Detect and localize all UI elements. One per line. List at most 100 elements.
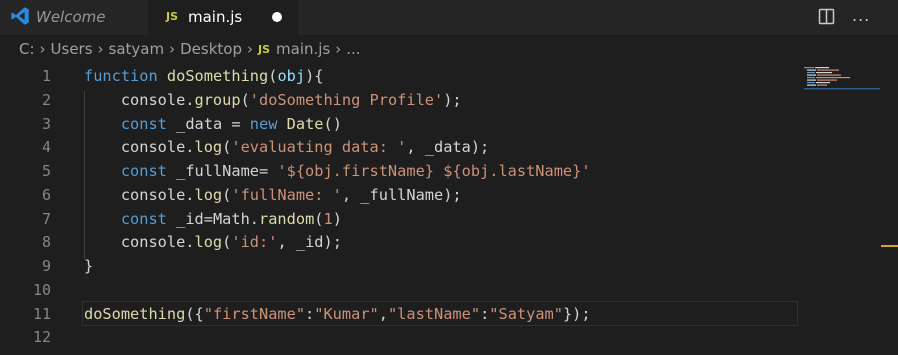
code-token: const	[120, 209, 167, 228]
js-file-icon: JS	[166, 10, 179, 23]
code-token: , _id);	[277, 233, 342, 252]
code-token: (	[222, 138, 232, 157]
breadcrumb-item-drive[interactable]: C:	[19, 40, 35, 58]
code-line[interactable]: 6 console.log('fullName: ', _fullName);	[0, 183, 898, 207]
code-token: log	[194, 138, 223, 157]
code-token: const	[120, 114, 167, 133]
code-line[interactable]: 9}	[0, 254, 898, 278]
code-token: });	[562, 304, 591, 323]
code-token: function	[84, 67, 158, 85]
code-token: _id=Math.	[166, 209, 260, 228]
code-token: "lastName"	[387, 304, 481, 323]
code-token: console.	[84, 185, 195, 204]
tab-welcome[interactable]: Welcome	[36, 0, 106, 35]
breadcrumb-item-users[interactable]: Users	[51, 40, 93, 58]
code-token: log	[194, 185, 223, 204]
minimap[interactable]	[804, 66, 884, 90]
code-token: console.	[84, 138, 195, 157]
code-line[interactable]: 12	[0, 325, 898, 349]
code-line[interactable]: 7 const _id=Math.random(1)	[0, 207, 898, 231]
line-number: 12	[32, 328, 51, 347]
code-token: obj	[277, 67, 306, 85]
code-line[interactable]: 1 function doSomething(obj){	[0, 64, 898, 88]
code-text: console.log('evaluating data: ', _data);	[84, 135, 489, 159]
line-number: 10	[32, 280, 51, 299]
line-number: 3	[41, 114, 51, 133]
line-number: 1	[41, 67, 51, 85]
code-token: (	[240, 90, 250, 109]
breadcrumb-item-desktop[interactable]: Desktop	[180, 40, 242, 58]
chevron-right-icon: ›	[335, 40, 342, 58]
line-number: 5	[41, 162, 51, 180]
chevron-right-icon: ›	[169, 40, 176, 58]
code-token: new	[249, 114, 278, 133]
code-text: function doSomething(obj){	[84, 64, 324, 88]
code-token: 'fullName: '	[231, 185, 342, 204]
code-token: doSomething	[166, 67, 269, 85]
breadcrumb: C: › Users › satyam › Desktop › JS main.js ›...	[0, 35, 898, 64]
code-line[interactable]: 3 const _data = new Date()	[0, 112, 898, 136]
code-token: :	[305, 304, 315, 323]
code-token: 'id:'	[231, 233, 278, 252]
code-token: ({	[185, 304, 204, 323]
breadcrumb-item-symbols[interactable]: ...	[346, 40, 360, 58]
code-token: "Kumar"	[314, 304, 379, 323]
code-line[interactable]: 8 console.log('id:', _id);	[0, 230, 898, 254]
line-number: 4	[41, 138, 51, 157]
breadcrumb-item-file[interactable]: main.js	[276, 40, 330, 58]
code-text: const _fullName= '${obj.firstName} ${obj…	[84, 159, 591, 183]
line-number: 8	[41, 233, 51, 252]
unsaved-dot-icon[interactable]	[272, 12, 282, 22]
code-token: , _fullName);	[341, 185, 462, 204]
code-token: );	[443, 90, 462, 109]
tab-label: main.js	[188, 8, 243, 26]
tab-main-js[interactable]: JS main.js	[148, 0, 298, 36]
code-token: 1	[323, 209, 333, 228]
code-token: (	[314, 209, 324, 228]
line-number: 7	[41, 209, 51, 228]
code-line[interactable]: 2 console.group('doSomething Profile');	[0, 88, 898, 112]
breadcrumb-item-satyam[interactable]: satyam	[109, 40, 165, 58]
scrollbar-marker[interactable]	[881, 245, 898, 247]
code-token: "Satyam"	[489, 304, 563, 323]
code-text: console.log('fullName: ', _fullName);	[84, 183, 462, 207]
code-text: const _data = new Date()	[84, 112, 342, 136]
code-token: }	[84, 257, 94, 275]
code-token: '${obj.firstName} ${obj.lastName}'	[277, 162, 591, 180]
code-token: (	[222, 185, 232, 204]
code-line[interactable]: 10	[0, 278, 898, 302]
code-token: ){	[305, 67, 324, 85]
code-token: const	[120, 162, 167, 180]
code-token: )	[332, 209, 342, 228]
js-file-icon: JS	[258, 43, 271, 56]
code-token: Date	[286, 114, 324, 133]
split-editor-icon[interactable]	[818, 8, 835, 25]
code-token: , _data);	[406, 138, 490, 157]
code-token: console.	[84, 233, 195, 252]
code-line[interactable]: 4 console.log('evaluating data: ', _data…	[0, 135, 898, 159]
code-token: (	[222, 233, 232, 252]
more-actions-icon[interactable]: ...	[852, 6, 870, 25]
code-token: console.	[84, 90, 195, 109]
code-token: :	[480, 304, 490, 323]
code-token: "firstName"	[203, 304, 306, 323]
code-token: 'evaluating data: '	[231, 138, 407, 157]
code-line[interactable]: 5 const _fullName= '${obj.firstName} ${o…	[0, 159, 898, 183]
chevron-right-icon: ›	[97, 40, 104, 58]
code-editor[interactable]: 1 function doSomething(obj){2 console.gro…	[0, 64, 898, 355]
chevron-right-icon: ›	[39, 40, 46, 58]
code-token: group	[194, 90, 241, 109]
code-token: random	[259, 209, 315, 228]
code-text: console.log('id:', _id);	[84, 230, 342, 254]
code-text: doSomething({"firstName":"Kumar","lastNa…	[84, 302, 591, 326]
line-number: 9	[41, 257, 51, 275]
code-text: console.group('doSomething Profile');	[84, 88, 462, 112]
code-line[interactable]: 11 doSomething({"firstName":"Kumar","last…	[0, 302, 898, 326]
code-token: log	[194, 233, 223, 252]
code-token: _fullName=	[166, 162, 278, 180]
line-number: 6	[41, 185, 51, 204]
code-text: }	[84, 254, 93, 278]
